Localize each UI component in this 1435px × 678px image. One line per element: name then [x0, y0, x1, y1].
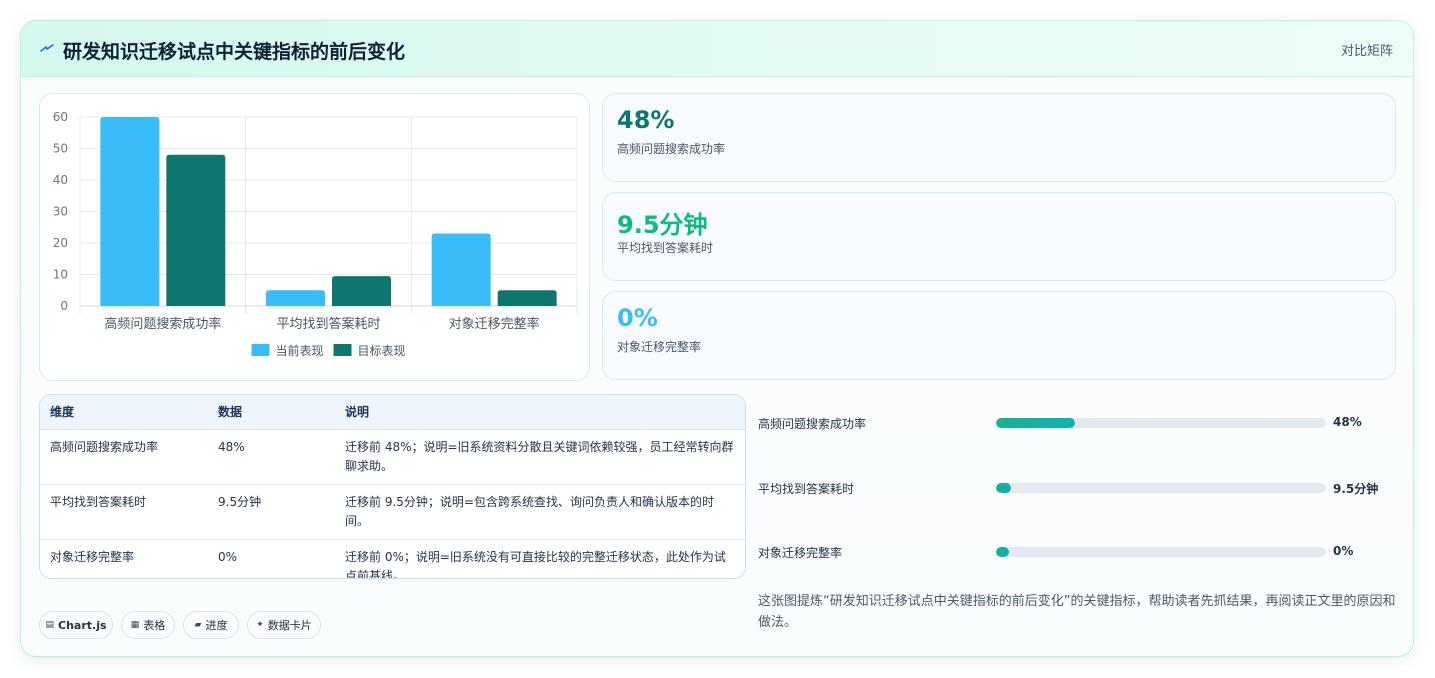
x-tick-label: 平均找到答案耗时: [276, 316, 380, 332]
progress-value: 48%: [1333, 415, 1362, 429]
table-cell: 9.5分钟: [208, 484, 335, 540]
progress-fill: [996, 547, 1010, 557]
y-tick-label: 30: [53, 205, 68, 219]
column-header: 数据: [208, 395, 335, 430]
progress-track: [996, 547, 1326, 557]
kpi-label: 平均找到答案耗时: [617, 241, 714, 255]
table-row: 高频问题搜索成功率 48% 迁移前 48%；说明=旧系统资料分散且关键词依赖较强…: [40, 429, 745, 485]
progress-value: 0%: [1333, 544, 1354, 558]
lightning-icon: [40, 44, 54, 52]
progress-label: 高频问题搜索成功率: [758, 417, 867, 431]
page-title: 研发知识迁移试点中关键指标的前后变化: [63, 41, 406, 63]
matrix-tag: 对比矩阵: [1340, 44, 1393, 59]
progress-track: [996, 483, 1326, 493]
x-tick-label: 对象迁移完整率: [449, 316, 540, 332]
y-tick-label: 50: [53, 142, 68, 156]
bar: [332, 276, 391, 306]
kpi-value: 0%: [617, 304, 658, 332]
column-header: 说明: [335, 395, 745, 430]
y-tick-label: 20: [53, 236, 68, 250]
table-row: 平均找到答案耗时 9.5分钟 迁移前 9.5分钟；说明=包含跨系统查找、询问负责…: [40, 484, 745, 540]
kpi-card-migration-rate: 0% 对象迁移完整率: [602, 291, 1396, 380]
chip-label: Chart.js: [58, 618, 107, 632]
table-cell: 迁移前 48%；说明=旧系统资料分散且关键词依赖较强，员工经常转向群聊求助。: [335, 429, 745, 485]
progress-icon: ▰: [194, 620, 202, 630]
y-tick-label: 60: [53, 110, 68, 124]
data-table-panel: 维度 数据 说明 高频问题搜索成功率 48% 迁移前 48%；说明=旧系统资料分…: [39, 394, 746, 579]
legend-swatch: [251, 344, 270, 356]
card-header: 研发知识迁移试点中关键指标的前后变化 对比矩阵: [21, 21, 1413, 77]
table-cell: 48%: [208, 429, 335, 485]
table-icon: ▦: [130, 620, 140, 630]
bar: [431, 233, 491, 306]
table-header-row: 维度 数据 说明: [40, 395, 745, 430]
table-cell: 对象迁移完整率: [50, 549, 135, 564]
sparkle-icon: ✦: [256, 620, 264, 630]
chip-chartjs[interactable]: ▤ Chart.js: [39, 611, 113, 639]
progress-row-answer-time: 平均找到答案耗时 9.5分钟: [758, 478, 1398, 498]
bar: [266, 290, 325, 306]
bar: [100, 117, 160, 306]
chart-description: 这张图提炼“研发知识迁移试点中关键指标的前后变化”的关键指标，帮助读者先抓结果，…: [758, 594, 1396, 630]
table-cell: 0%: [218, 549, 238, 564]
table-cell: 迁移前 9.5分钟；说明=包含跨系统查找、询问负责人和确认版本的时间。: [335, 484, 745, 540]
kpi-card-answer-time: 9.5分钟 平均找到答案耗时: [602, 192, 1396, 281]
y-tick-label: 0: [60, 299, 68, 313]
kpi-label: 高频问题搜索成功率: [617, 142, 726, 156]
table-cell: 高频问题搜索成功率: [40, 429, 208, 485]
chip-label: 数据卡片: [267, 619, 312, 632]
legend-label: 当前表现: [276, 343, 324, 358]
progress-fill: [996, 483, 1011, 493]
progress-value: 9.5分钟: [1333, 482, 1379, 496]
legend-label: 目标表现: [358, 344, 406, 358]
bar: [166, 154, 226, 306]
kpi-label: 对象迁移完整率: [617, 340, 702, 354]
table-row: 对象迁移完整率 0% 迁移前 0%；说明=旧系统没有可直接比较的完整迁移状态，此…: [40, 539, 745, 579]
y-tick-label: 10: [53, 268, 68, 282]
legend-swatch: [333, 344, 352, 356]
x-tick-label: 高频问题搜索成功率: [104, 316, 221, 332]
chip-label: 表格: [143, 619, 166, 632]
column-header: 维度: [40, 395, 208, 430]
progress-track: [996, 418, 1326, 428]
data-table: 维度 数据 说明 高频问题搜索成功率 48% 迁移前 48%；说明=旧系统资料分…: [40, 395, 745, 579]
bar: [497, 290, 557, 306]
chip-table[interactable]: ▦ 表格: [121, 611, 175, 639]
chip-progress[interactable]: ▰ 进度: [183, 611, 239, 639]
kpi-card-search-success: 48% 高频问题搜索成功率: [602, 93, 1396, 182]
matrix-card: 研发知识迁移试点中关键指标的前后变化 对比矩阵 0 10 20 30 40 50 60 高频问…: [20, 20, 1414, 657]
bar-chart: 0 10 20 30 40 50 60 高频问题搜索成功率 平均找到答案耗时 对象迁移完整率当前表…: [53, 110, 578, 358]
progress-row-migration-rate: 对象迁移完整率 0%: [758, 542, 1398, 562]
progress-label: 对象迁移完整率: [758, 546, 843, 560]
chip-label: 进度: [205, 619, 228, 632]
kpi-value: 48%: [617, 106, 675, 134]
table-cell: 平均找到答案耗时: [40, 484, 208, 540]
y-tick-label: 40: [53, 173, 68, 187]
table-cell: 迁移前 0%；说明=旧系统没有可直接比较的完整迁移状态，此处作为试点前基线。: [345, 549, 726, 579]
progress-fill: [996, 418, 1076, 428]
chip-data-card[interactable]: ✦ 数据卡片: [247, 611, 321, 639]
progress-label: 平均找到答案耗时: [758, 482, 855, 496]
bar-chart-panel: 0 10 20 30 40 50 60 高频问题搜索成功率 平均找到答案耗时 对象迁移完整率当前表…: [39, 93, 590, 381]
progress-row-search-success: 高频问题搜索成功率 48%: [758, 413, 1398, 433]
chart-icon: ▤: [45, 620, 54, 630]
kpi-value: 9.5分钟: [617, 211, 708, 239]
